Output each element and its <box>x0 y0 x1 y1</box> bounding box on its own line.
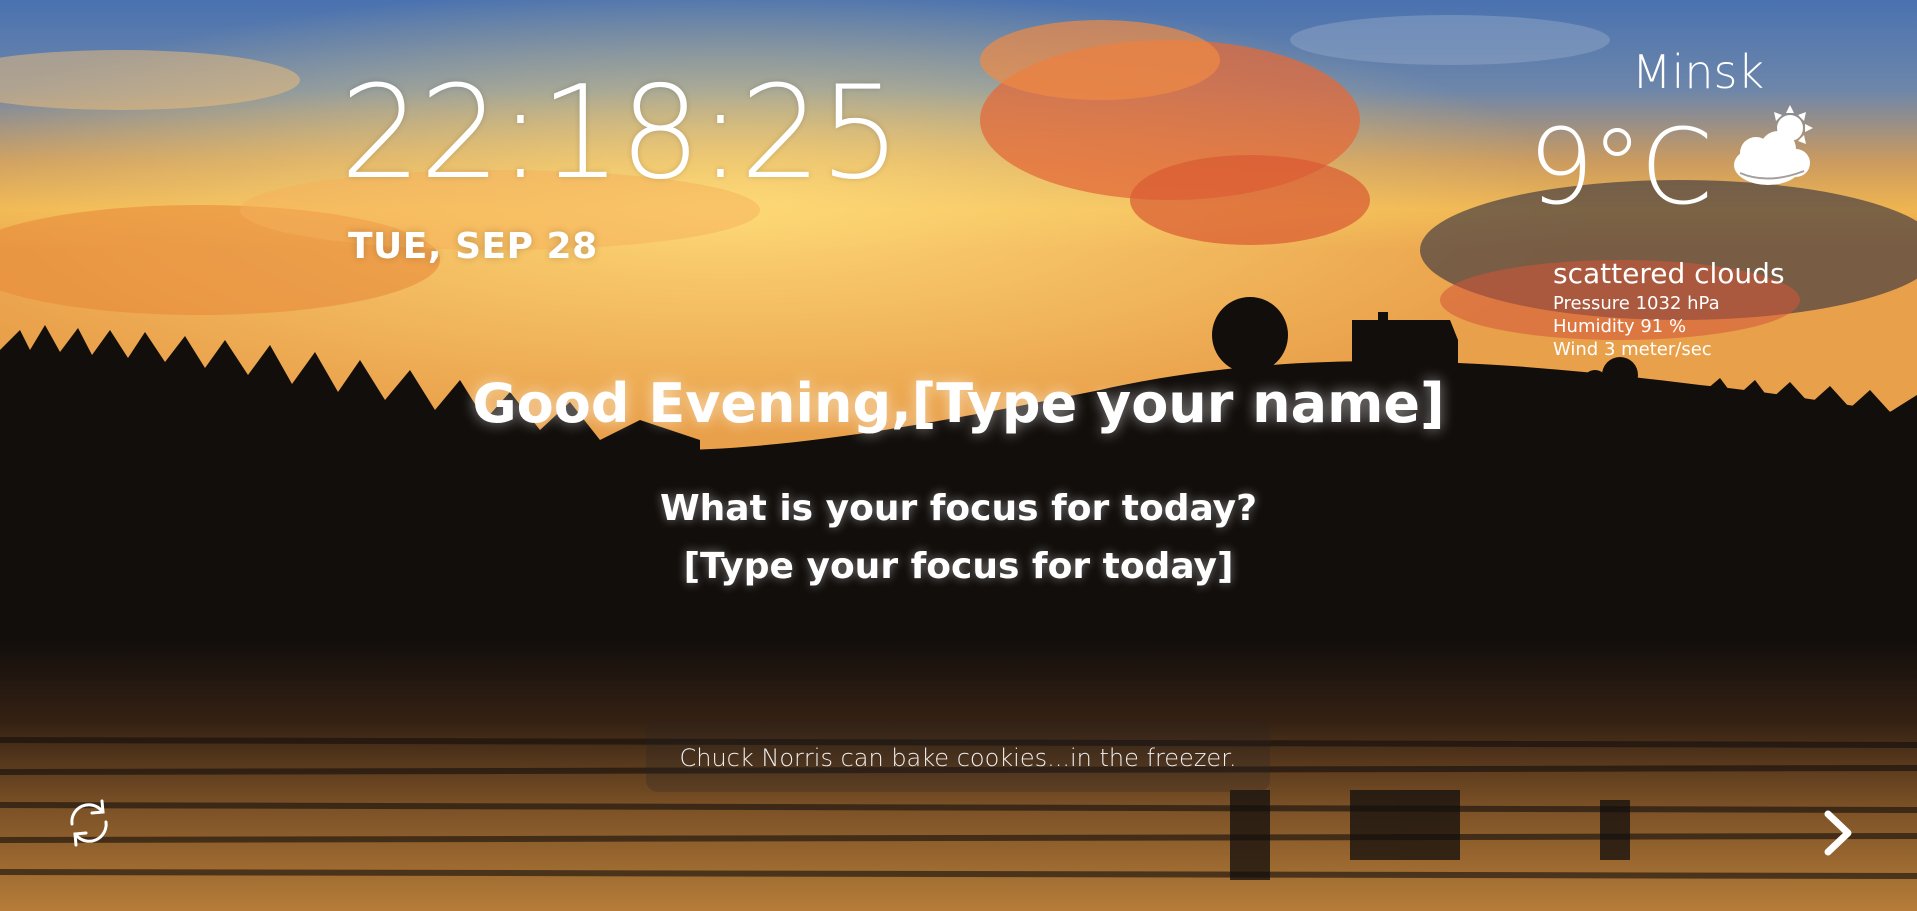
refresh-icon[interactable] <box>62 796 116 850</box>
weather-wind: Wind 3 meter/sec <box>1553 339 1712 360</box>
weather-pressure: Pressure 1032 hPa <box>1553 293 1720 314</box>
weather-description: scattered clouds <box>1553 257 1785 290</box>
weather-temperature: 9°C <box>1528 106 1713 228</box>
weather-humidity: Humidity 91 % <box>1553 316 1687 337</box>
focus-input[interactable]: [Type your focus for today] <box>0 546 1917 587</box>
quote-text: Chuck Norris can bake cookies...in the f… <box>679 744 1237 772</box>
focus-question: What is your focus for today? <box>659 488 1258 529</box>
name-input[interactable]: [Type your name] <box>912 372 1445 435</box>
clock-time: 22:18:25 <box>340 59 901 208</box>
chevron-right-icon[interactable] <box>1818 808 1858 858</box>
clock-date: TUE, SEP 28 <box>348 226 598 267</box>
weather-city: Minsk <box>1631 45 1765 99</box>
partly-cloudy-icon <box>1734 105 1813 185</box>
greeting-text: Good Evening, <box>472 372 912 435</box>
quote-box: Chuck Norris can bake cookies...in the f… <box>646 722 1270 792</box>
greeting: Good Evening,[Type your name] <box>0 372 1917 435</box>
